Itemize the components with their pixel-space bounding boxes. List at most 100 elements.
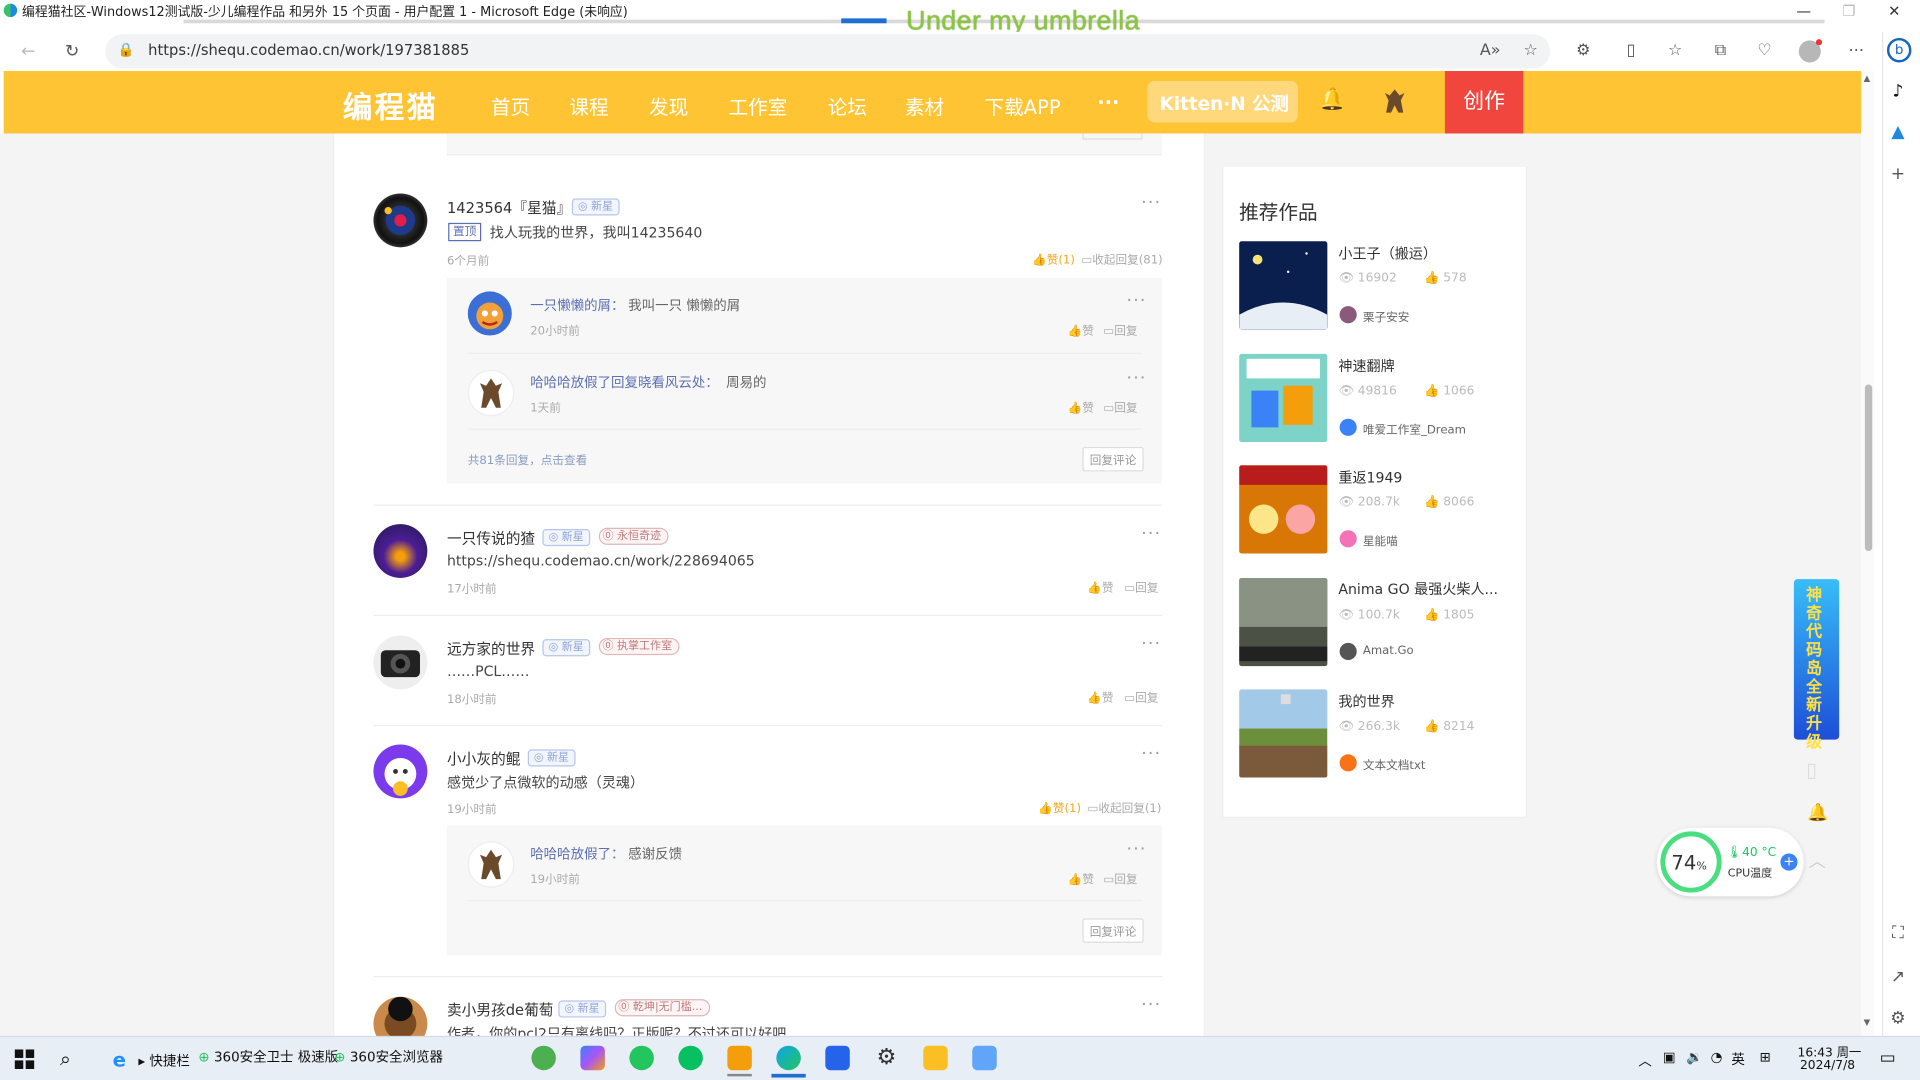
tray-time[interactable]: 16:43 周一 <box>1798 1042 1862 1060</box>
bell-icon[interactable]: 🔔 <box>1319 87 1346 113</box>
author-avatar[interactable] <box>1339 642 1357 661</box>
reply-button[interactable]: ▭回复 <box>1124 688 1158 705</box>
recommend-thumbnail[interactable] <box>1239 353 1328 443</box>
taskbar-explorer-icon[interactable] <box>923 1045 948 1071</box>
comment-avatar[interactable] <box>373 744 428 799</box>
more-dots-icon[interactable]: ··· <box>1141 193 1161 213</box>
author-avatar[interactable] <box>1339 754 1357 772</box>
notification-center-icon[interactable]: ▭ <box>1880 1048 1896 1068</box>
settings-icon[interactable]: ⚙ <box>1886 1007 1910 1031</box>
recommend-thumbnail[interactable] <box>1239 689 1328 778</box>
tray-network-icon[interactable]: ▣ <box>1663 1049 1676 1065</box>
nav-courses[interactable]: 课程 <box>569 91 608 120</box>
comment-avatar[interactable] <box>373 193 428 248</box>
reply-author[interactable]: 一只懒懒的屑： <box>530 295 624 315</box>
screenshot-icon[interactable]: ⛶ <box>1886 921 1910 945</box>
reply-reply-button[interactable]: ▭回复 <box>1103 398 1137 415</box>
reply-author[interactable]: 哈哈哈放假了回复晓看风云处： <box>530 372 719 392</box>
reply-like-button[interactable]: 👍赞 <box>1068 398 1094 415</box>
nav-forum[interactable]: 论坛 <box>828 91 867 120</box>
author-avatar[interactable] <box>1339 418 1357 436</box>
more-dots-icon[interactable]: ··· <box>1141 996 1161 1016</box>
author-avatar[interactable] <box>1339 530 1357 548</box>
copilot-icon[interactable]: b <box>1886 37 1912 63</box>
user-avatar[interactable] <box>1379 86 1411 118</box>
like-button[interactable]: 👍赞 <box>1087 578 1113 595</box>
maximize-button[interactable]: ❐ <box>1827 0 1871 22</box>
site-logo[interactable]: 编程猫 <box>343 83 439 126</box>
comment-username[interactable]: 1423564『星猫』 <box>447 197 571 218</box>
recommend-thumbnail[interactable] <box>1239 241 1328 330</box>
more-dots-icon[interactable]: ··· <box>1141 634 1161 654</box>
create-button[interactable]: 创作 <box>1444 71 1524 134</box>
comment-avatar[interactable] <box>373 524 428 578</box>
nav-more[interactable]: ··· <box>1097 91 1119 114</box>
comment-username[interactable]: 远方家的世界 <box>447 638 535 659</box>
performance-icon[interactable]: ♡ <box>1753 40 1775 62</box>
reply-more-icon[interactable]: ··· <box>1127 291 1147 311</box>
quick-bar-label[interactable]: ▸ 快捷栏 <box>138 1051 189 1071</box>
reply-reply-button[interactable]: ▭回复 <box>1103 869 1137 886</box>
taskbar-360-browser[interactable]: ⊕ 360安全浏览器 <box>334 1047 443 1067</box>
comment-username[interactable]: 卖小男孩de葡萄 <box>447 999 554 1020</box>
previous-reply-button[interactable] <box>1082 133 1143 140</box>
favorites-icon[interactable]: ☆ <box>1664 40 1686 62</box>
read-aloud-icon[interactable]: A» <box>1479 40 1501 62</box>
recommend-item-title[interactable]: 我的世界 <box>1338 692 1394 712</box>
back-icon[interactable]: ← <box>17 40 39 62</box>
start-icon[interactable] <box>14 1049 35 1069</box>
nav-studio[interactable]: 工作室 <box>729 91 788 120</box>
minimize-button[interactable]: — <box>1782 0 1826 22</box>
favorite-star-icon[interactable]: ☆ <box>1520 40 1542 62</box>
recommend-thumbnail[interactable] <box>1239 577 1328 667</box>
scrollbar-track[interactable] <box>1861 71 1875 1036</box>
scroll-down-icon[interactable]: ▼ <box>1864 1018 1871 1028</box>
bookmark-icon[interactable]: ▯ <box>1806 758 1817 781</box>
recommend-author[interactable]: 星能喵 <box>1363 531 1398 548</box>
tray-keyboard-icon[interactable]: ⊞ <box>1760 1049 1771 1065</box>
notification-icon[interactable]: 🔔 <box>1807 803 1828 823</box>
reply-avatar[interactable] <box>467 841 515 888</box>
comment-username[interactable]: 小小灰的鲲 <box>447 748 520 769</box>
refresh-icon[interactable]: ↻ <box>61 40 83 62</box>
taskbar-edge-icon[interactable] <box>776 1045 801 1071</box>
external-icon[interactable]: ↗ <box>1886 965 1910 989</box>
taskbar-store-icon[interactable] <box>580 1045 605 1071</box>
more-dots-icon[interactable]: ··· <box>1141 744 1161 764</box>
taskbar-360-icon[interactable] <box>629 1045 654 1071</box>
tray-date[interactable]: 2024/7/8 <box>1800 1059 1855 1072</box>
ie-icon[interactable]: e <box>113 1048 126 1071</box>
reply-author[interactable]: 哈哈哈放假了： <box>530 844 624 864</box>
recommend-author[interactable]: Amat.Go <box>1363 644 1414 657</box>
reply-like-button[interactable]: 👍赞 <box>1068 321 1094 337</box>
taskbar-360-security[interactable]: ⊕ 360安全卫士 极速版 <box>198 1047 338 1067</box>
reply-like-button[interactable]: 👍赞 <box>1068 869 1094 886</box>
tray-chevron-icon[interactable]: ︿ <box>1638 1051 1651 1071</box>
comment-username[interactable]: 一只传说的猹 <box>447 528 535 549</box>
recommend-author[interactable]: 唯爱工作室_Dream <box>1363 420 1466 437</box>
taskbar-wechat-icon[interactable] <box>678 1045 703 1071</box>
like-button[interactable]: 👍赞 <box>1087 688 1113 705</box>
scrollbar-thumb[interactable] <box>1864 384 1873 552</box>
taskbar-ie-green-icon[interactable] <box>531 1045 556 1071</box>
like-button[interactable]: 👍赞(1) <box>1038 798 1081 815</box>
reply-avatar[interactable] <box>467 369 515 417</box>
recommend-author[interactable]: 文本文档txt <box>1363 756 1426 772</box>
recommend-item-title[interactable]: 小王子（搬运） <box>1338 244 1437 264</box>
taskbar-blue-icon[interactable] <box>825 1045 850 1071</box>
reply-more-icon[interactable]: ··· <box>1127 369 1147 389</box>
tray-ime-lang[interactable]: 英 <box>1731 1049 1744 1069</box>
recommend-item-title[interactable]: 重返1949 <box>1338 468 1402 488</box>
recommend-author[interactable]: 栗子安安 <box>1363 307 1410 324</box>
url-text[interactable]: https://shequ.codemao.cn/work/197381885 <box>148 42 469 59</box>
collapse-replies-button[interactable]: ▭收起回复(81) <box>1081 250 1162 266</box>
add-icon[interactable]: + <box>1886 162 1910 186</box>
reply-comment-button[interactable]: 回复评论 <box>1082 918 1144 943</box>
comment-avatar[interactable] <box>373 635 428 690</box>
nav-download-app[interactable]: 下载APP <box>984 91 1060 120</box>
search-icon[interactable]: ⌕ <box>60 1047 71 1071</box>
arc-icon[interactable]: ▲ <box>1886 120 1910 144</box>
recommend-item-title[interactable]: 神速翻牌 <box>1338 356 1394 376</box>
like-button[interactable]: 👍赞(1) <box>1032 250 1075 266</box>
nav-home[interactable]: 首页 <box>491 91 530 120</box>
